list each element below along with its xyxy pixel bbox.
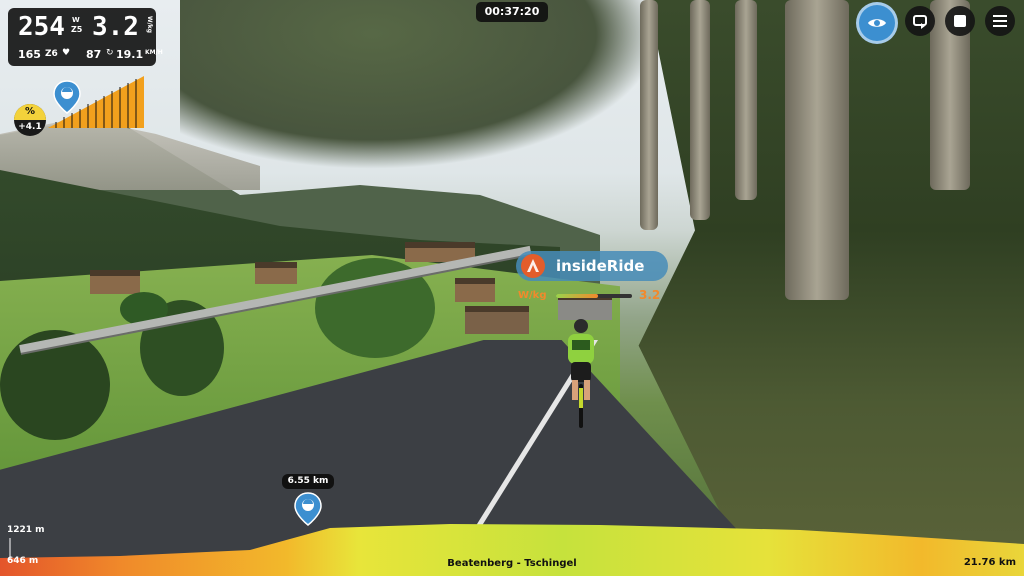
power-value: 254 xyxy=(18,12,65,42)
wkg-unit: W/kg xyxy=(146,16,153,34)
grade-profile-bars xyxy=(48,76,144,128)
repeat-icon xyxy=(913,15,927,29)
heart-icon: ♥ xyxy=(62,48,71,58)
wkg-value: 3.2 xyxy=(92,12,139,42)
rpm-value: 87 xyxy=(86,48,102,61)
route-total-distance: 21.76 km xyxy=(963,557,1016,568)
grade-badge: % +4.1 xyxy=(14,104,46,136)
speed-unit: KM/H xyxy=(145,49,163,56)
rider-metric-bar xyxy=(556,294,632,298)
ride-video-scene xyxy=(0,0,1024,576)
barn xyxy=(465,306,529,334)
grade-value: +4.1 xyxy=(18,122,42,132)
ride-stats-panel: 254 W Z5 3.2 W/kg 165 Z6 ♥ 87 ↻ 19.1 KM/… xyxy=(8,8,163,66)
rider-metric-label: W/kg xyxy=(518,290,547,301)
tree-trunk xyxy=(785,0,849,300)
hamburger-icon xyxy=(993,15,1007,27)
cadence-icon: ↻ xyxy=(106,48,114,58)
repeat-button[interactable] xyxy=(905,6,935,36)
route-name: Beatenberg - Tschingel xyxy=(447,558,577,569)
elevation-max-label: 1221 m xyxy=(7,525,45,535)
chalet xyxy=(455,278,495,302)
rider-name-tag: insideRide xyxy=(516,251,668,281)
position-distance-tag: 6.55 km xyxy=(282,474,334,489)
rider-metric-bar-fill xyxy=(556,294,598,298)
power-unit: W xyxy=(72,16,80,24)
insideride-logo-icon xyxy=(521,254,545,278)
eye-icon xyxy=(868,19,886,27)
power-zone: Z5 xyxy=(71,25,83,34)
tree-canopy xyxy=(180,0,660,170)
tree xyxy=(0,330,110,440)
speed-value: 19.1 xyxy=(116,48,144,61)
rider-metric-value: 3.2 xyxy=(639,288,661,302)
hr-zone: Z6 xyxy=(45,49,58,59)
percent-icon: % xyxy=(14,104,46,120)
rider-name: insideRide xyxy=(556,257,645,275)
elapsed-timer: 00:37:20 xyxy=(476,2,548,22)
tree-trunk xyxy=(640,0,658,230)
chalet xyxy=(255,262,297,284)
chalet xyxy=(90,270,140,294)
cadence-value: 165 xyxy=(18,48,41,61)
cyclist xyxy=(568,319,594,428)
stop-icon xyxy=(954,15,966,27)
menu-button[interactable] xyxy=(985,6,1015,36)
tree-trunk xyxy=(690,0,710,220)
tree-trunk xyxy=(735,0,757,200)
view-eye-button[interactable] xyxy=(856,2,898,44)
stop-button[interactable] xyxy=(945,6,975,36)
